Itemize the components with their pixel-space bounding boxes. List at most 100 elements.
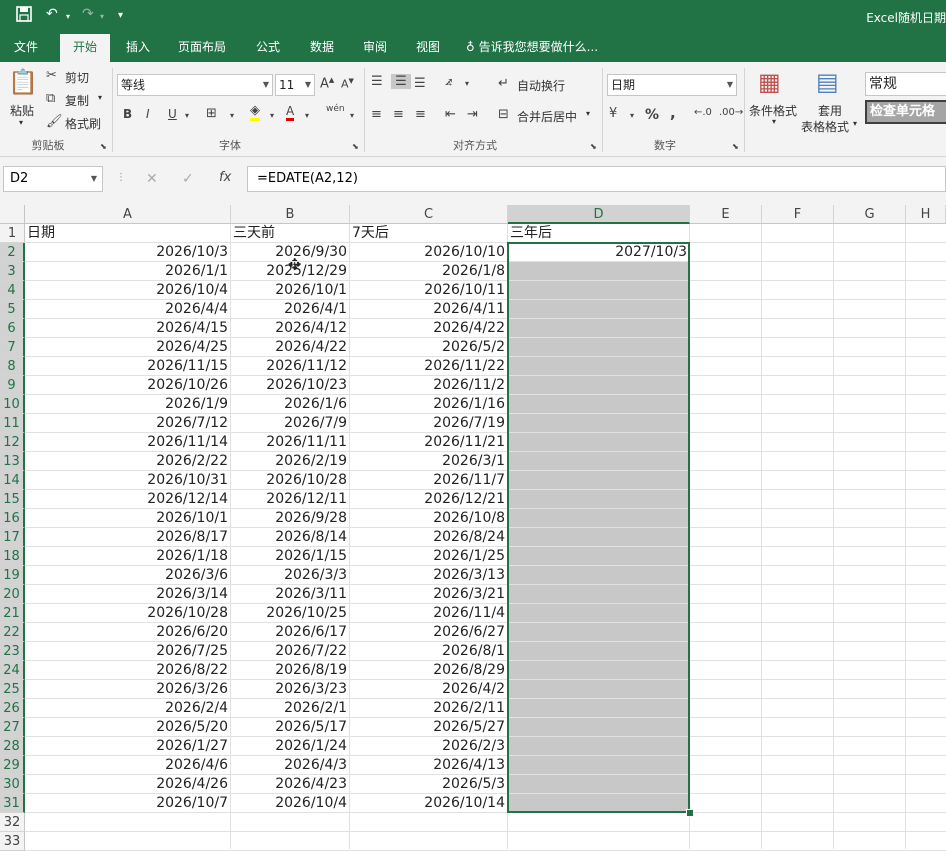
font-color-dropdown-icon[interactable]: ▾	[305, 111, 309, 120]
table-cell[interactable]: 2026/3/23	[231, 680, 349, 699]
table-cell[interactable]: 2026/4/4	[25, 300, 230, 319]
tab-insert[interactable]: 插入	[113, 34, 163, 62]
undo-icon[interactable]: ↶	[46, 6, 58, 26]
italic-button[interactable]: I	[146, 107, 150, 121]
row-header-12[interactable]: 12	[0, 433, 25, 452]
table-cell[interactable]: 2026/3/3	[231, 566, 349, 585]
select-all-corner[interactable]	[0, 205, 25, 224]
formula-input[interactable]: =EDATE(A2,12)	[247, 166, 946, 192]
align-right-icon[interactable]: ≡	[415, 107, 426, 122]
percent-style-button[interactable]: %	[645, 107, 659, 123]
table-cell[interactable]: 2026/3/14	[25, 585, 230, 604]
table-cell[interactable]: 2026/3/11	[231, 585, 349, 604]
customize-toolbar-icon[interactable]: ▾	[118, 10, 123, 30]
table-cell[interactable]: 2026/11/22	[350, 357, 507, 376]
decrease-decimal-icon[interactable]: .00→	[719, 107, 743, 118]
table-cell[interactable]: 2026/1/9	[25, 395, 230, 414]
table-format-dropdown-icon[interactable]: ▾	[853, 119, 857, 128]
table-cell[interactable]: 2026/7/9	[231, 414, 349, 433]
decrease-indent-icon[interactable]: ⇤	[445, 107, 456, 122]
insert-function-icon[interactable]: fx	[219, 170, 231, 185]
clipboard-launcher-icon[interactable]: ⬊	[100, 142, 107, 151]
align-center-icon[interactable]: ≡	[393, 107, 404, 122]
table-cell[interactable]: 2026/3/26	[25, 680, 230, 699]
column-header-f[interactable]: F	[762, 205, 834, 224]
row-header-27[interactable]: 27	[0, 718, 25, 737]
row-header-18[interactable]: 18	[0, 547, 25, 566]
row-header-14[interactable]: 14	[0, 471, 25, 490]
undo-dropdown-icon[interactable]: ▾	[66, 12, 70, 32]
conditional-format-dropdown-icon[interactable]: ▾	[772, 117, 776, 126]
table-cell[interactable]: 2026/4/25	[25, 338, 230, 357]
table-cell[interactable]: 2026/1/15	[231, 547, 349, 566]
font-name-select[interactable]: 等线 ▼	[117, 74, 273, 96]
table-cell[interactable]: 2026/10/3	[25, 243, 230, 262]
table-cell[interactable]: 2026/9/30	[231, 243, 349, 262]
row-header-6[interactable]: 6	[0, 319, 25, 338]
table-cell[interactable]: 2026/11/11	[231, 433, 349, 452]
row-header-8[interactable]: 8	[0, 357, 25, 376]
table-cell[interactable]: 2025/12/29	[231, 262, 349, 281]
row-header-29[interactable]: 29	[0, 756, 25, 775]
chevron-down-icon[interactable]: ▼	[91, 167, 97, 191]
table-cell[interactable]: 2026/4/22	[231, 338, 349, 357]
table-cell[interactable]: 2026/1/18	[25, 547, 230, 566]
save-icon[interactable]	[16, 6, 32, 26]
tab-review[interactable]: 审阅	[351, 34, 399, 62]
table-cell[interactable]: 2026/4/12	[231, 319, 349, 338]
copy-dropdown-icon[interactable]: ▾	[98, 93, 102, 102]
row-header-3[interactable]: 3	[0, 262, 25, 281]
fill-handle[interactable]	[686, 809, 694, 817]
table-cell[interactable]: 2026/2/11	[350, 699, 507, 718]
table-cell[interactable]: 2026/2/19	[231, 452, 349, 471]
column-header-e[interactable]: E	[690, 205, 762, 224]
table-cell[interactable]: 2026/10/1	[25, 509, 230, 528]
row-header-25[interactable]: 25	[0, 680, 25, 699]
column-header-c[interactable]: C	[350, 205, 508, 224]
table-cell[interactable]: 2026/1/27	[25, 737, 230, 756]
table-cell[interactable]: 2026/5/3	[350, 775, 507, 794]
number-format-select[interactable]: 日期 ▼	[607, 74, 737, 96]
drag-handle-icon[interactable]: ⋮	[116, 172, 126, 183]
column-header-g[interactable]: G	[834, 205, 906, 224]
row-header-11[interactable]: 11	[0, 414, 25, 433]
phonetic-dropdown-icon[interactable]: ▾	[350, 111, 354, 120]
row-header-24[interactable]: 24	[0, 661, 25, 680]
table-cell[interactable]: 2026/11/21	[350, 433, 507, 452]
table-cell[interactable]: 2026/2/22	[25, 452, 230, 471]
row-header-9[interactable]: 9	[0, 376, 25, 395]
tell-me-box[interactable]: ♁ 告诉我您想要做什么...	[466, 34, 616, 62]
row-header-30[interactable]: 30	[0, 775, 25, 794]
row-header-4[interactable]: 4	[0, 281, 25, 300]
table-cell[interactable]: 2026/1/1	[25, 262, 230, 281]
font-launcher-icon[interactable]: ⬊	[352, 142, 359, 151]
table-cell[interactable]: 2026/7/19	[350, 414, 507, 433]
table-cell[interactable]: 2026/4/26	[25, 775, 230, 794]
increase-font-icon[interactable]: A▲	[320, 76, 334, 91]
row-header-7[interactable]: 7	[0, 338, 25, 357]
table-cell[interactable]: 2026/10/26	[25, 376, 230, 395]
border-dropdown-icon[interactable]: ▾	[230, 111, 234, 120]
underline-button[interactable]: U	[168, 107, 177, 121]
tab-file[interactable]: 文件	[0, 34, 52, 62]
table-cell[interactable]: 2026/10/25	[231, 604, 349, 623]
table-cell[interactable]: 2026/7/25	[25, 642, 230, 661]
paste-icon[interactable]: 📋	[8, 68, 38, 96]
column-header-h[interactable]: H	[906, 205, 946, 224]
row-header-26[interactable]: 26	[0, 699, 25, 718]
row-header-2[interactable]: 2	[0, 243, 25, 262]
enter-icon[interactable]: ✓	[182, 171, 194, 187]
redo-icon[interactable]: ↷	[82, 6, 94, 26]
paste-dropdown-icon[interactable]: ▾	[19, 118, 23, 127]
table-cell[interactable]: 2026/10/7	[25, 794, 230, 813]
table-cell[interactable]: 2026/8/14	[231, 528, 349, 547]
copy-button[interactable]: 复制	[65, 92, 89, 109]
table-cell[interactable]: 2026/10/10	[350, 243, 507, 262]
column-header-d[interactable]: D	[508, 205, 690, 224]
header-cell-b[interactable]: 三天前	[231, 224, 350, 243]
table-cell[interactable]: 2026/7/22	[231, 642, 349, 661]
column-header-a[interactable]: A	[25, 205, 231, 224]
table-cell[interactable]: 2026/11/14	[25, 433, 230, 452]
table-cell[interactable]: 2026/5/2	[350, 338, 507, 357]
table-cell[interactable]: 2026/12/21	[350, 490, 507, 509]
